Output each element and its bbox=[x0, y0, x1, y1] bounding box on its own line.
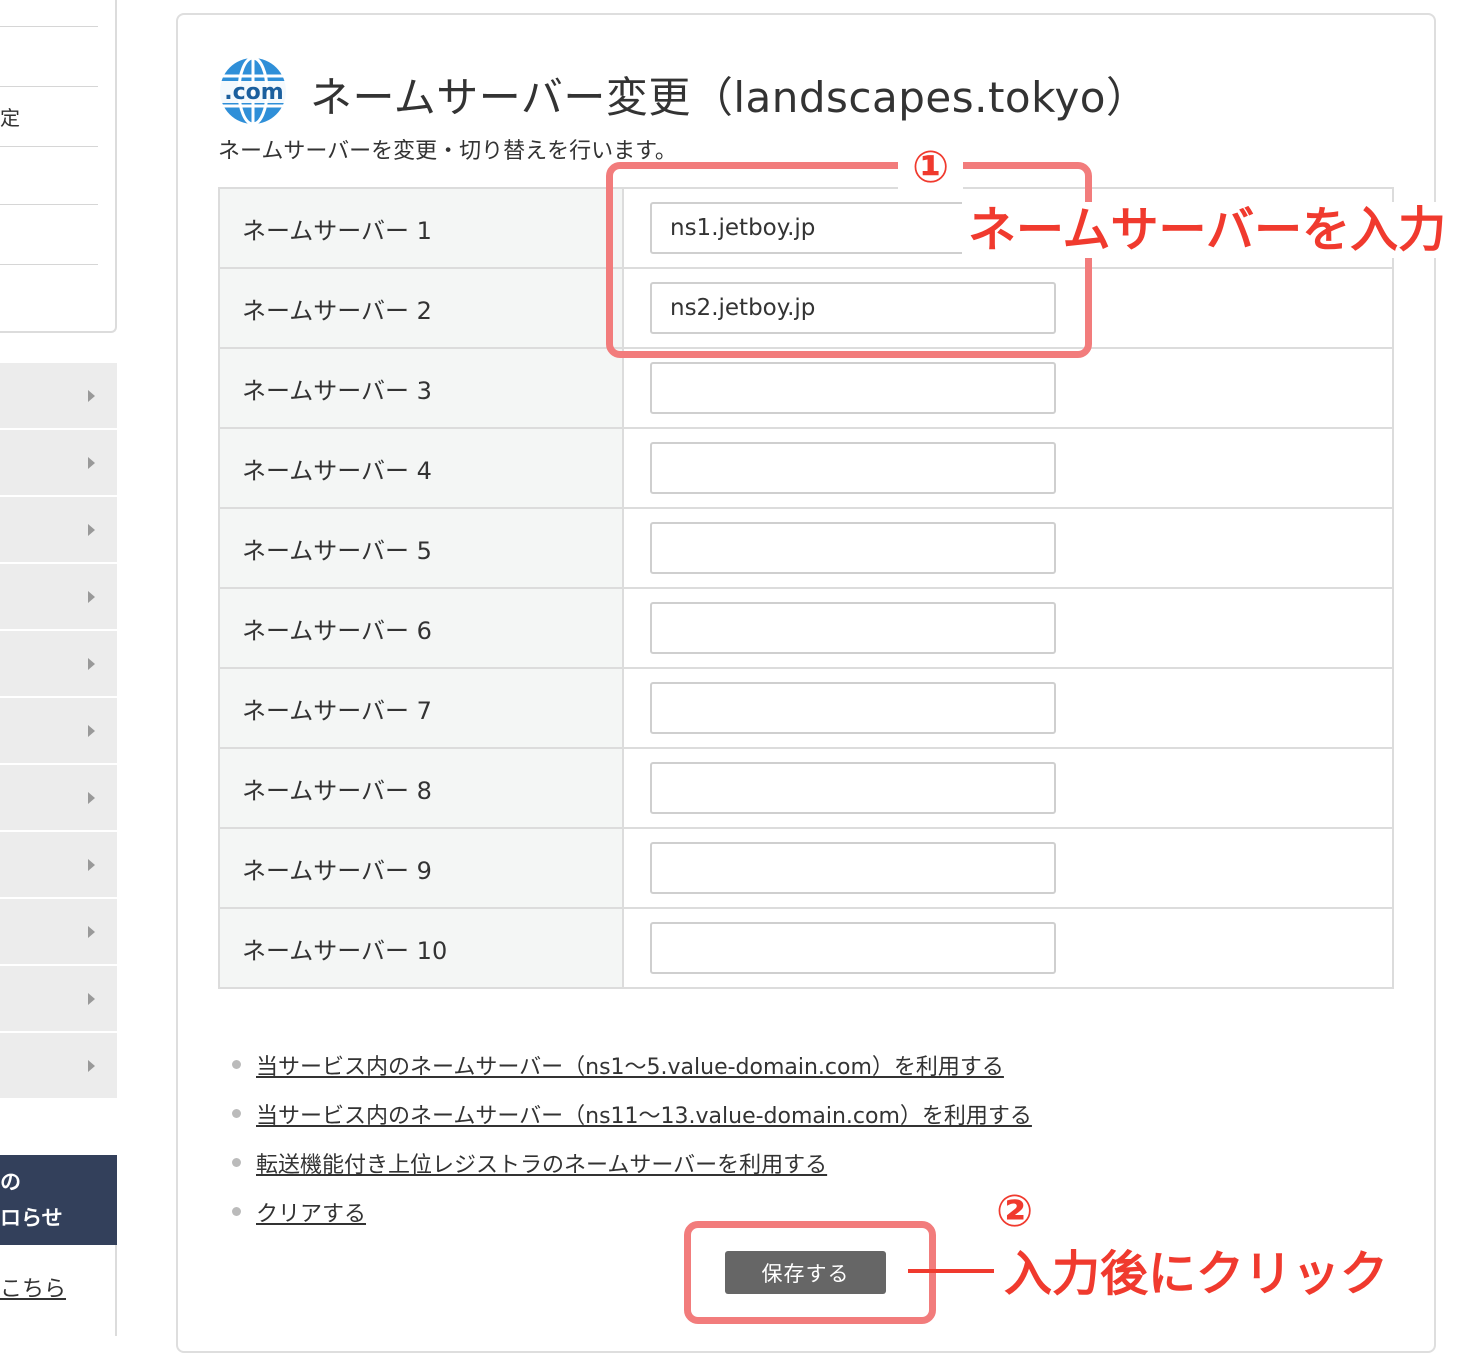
table-row: ネームサーバー 4 bbox=[218, 427, 1394, 509]
save-button[interactable]: 保存する bbox=[725, 1251, 886, 1294]
table-row: ネームサーバー 3 bbox=[218, 347, 1394, 429]
sidebar-settings-panel: 定 bbox=[0, 0, 117, 333]
nameserver-form-table: ネームサーバー 1 ネームサーバー 2 ネームサーバー 3 ネームサーバー 4 … bbox=[218, 187, 1394, 989]
nameserver-6-input[interactable] bbox=[650, 602, 1056, 654]
dotcom-globe-icon: .com bbox=[220, 56, 288, 126]
use-registrar-ns-link[interactable]: 転送機能付き上位レジストラのネームサーバーを利用する bbox=[256, 1147, 827, 1179]
nameserver-7-input[interactable] bbox=[650, 682, 1056, 734]
nameserver-label: ネームサーバー 8 bbox=[218, 747, 624, 829]
bullet-icon bbox=[232, 1207, 241, 1216]
nameserver-2-input[interactable] bbox=[650, 282, 1056, 334]
callout-connector-line bbox=[908, 1269, 994, 1273]
nameserver-label: ネームサーバー 10 bbox=[218, 907, 624, 989]
nameserver-label: ネームサーバー 5 bbox=[218, 507, 624, 589]
nameserver-10-input[interactable] bbox=[650, 922, 1056, 974]
sidebar-menu-item[interactable] bbox=[0, 1033, 117, 1100]
chevron-right-icon bbox=[88, 658, 95, 670]
nameserver-label: ネームサーバー 1 bbox=[218, 187, 624, 269]
chevron-right-icon bbox=[88, 457, 95, 469]
nameserver-label: ネームサーバー 4 bbox=[218, 427, 624, 509]
chevron-right-icon bbox=[88, 524, 95, 536]
icon-text: .com bbox=[224, 80, 283, 105]
table-row: ネームサーバー 5 bbox=[218, 507, 1394, 589]
sidebar-menu-item[interactable] bbox=[0, 899, 117, 966]
clear-link[interactable]: クリアする bbox=[256, 1196, 366, 1228]
nameserver-4-input[interactable] bbox=[650, 442, 1056, 494]
nameserver-label: ネームサーバー 7 bbox=[218, 667, 624, 749]
bullet-icon bbox=[232, 1060, 241, 1069]
chevron-right-icon bbox=[88, 390, 95, 402]
table-row: ネームサーバー 10 bbox=[218, 907, 1394, 989]
page-description: ネームサーバーを変更・切り替えを行います。 bbox=[218, 139, 677, 164]
sidebar-link[interactable]: こちら bbox=[0, 1271, 66, 1303]
use-ns1-5-link[interactable]: 当サービス内のネームサーバー（ns1〜5.value-domain.com）を利… bbox=[256, 1049, 1004, 1081]
sidebar-divider bbox=[0, 86, 98, 87]
sidebar-menu bbox=[0, 363, 117, 1100]
nameserver-9-input[interactable] bbox=[650, 842, 1056, 894]
table-row: ネームサーバー 8 bbox=[218, 747, 1394, 829]
nameserver-5-input[interactable] bbox=[650, 522, 1056, 574]
nameserver-label: ネームサーバー 3 bbox=[218, 347, 624, 429]
step1-number: ① bbox=[898, 142, 964, 194]
sidebar-divider bbox=[0, 204, 98, 205]
chevron-right-icon bbox=[88, 859, 95, 871]
step2-number: ② bbox=[996, 1186, 1034, 1237]
sidebar-divider bbox=[0, 26, 98, 27]
chevron-right-icon bbox=[88, 792, 95, 804]
chevron-right-icon bbox=[88, 725, 95, 737]
table-row: ネームサーバー 2 bbox=[218, 267, 1394, 349]
table-row: ネームサーバー 9 bbox=[218, 827, 1394, 909]
bullet-icon bbox=[232, 1109, 241, 1118]
sidebar-bottom-panel: こちら bbox=[0, 1245, 117, 1336]
sidebar-menu-item[interactable] bbox=[0, 698, 117, 765]
sidebar-menu-item[interactable] bbox=[0, 832, 117, 899]
sidebar-divider bbox=[0, 146, 98, 147]
chevron-right-icon bbox=[88, 993, 95, 1005]
notice-line: ロらせ bbox=[0, 1206, 63, 1230]
nameserver-label: ネームサーバー 2 bbox=[218, 267, 624, 349]
sidebar-menu-item[interactable] bbox=[0, 363, 117, 430]
chevron-right-icon bbox=[88, 591, 95, 603]
sidebar-menu-item[interactable] bbox=[0, 765, 117, 832]
sidebar-notice-banner[interactable]: の ロらせ bbox=[0, 1155, 117, 1245]
chevron-right-icon bbox=[88, 926, 95, 938]
nameserver-label: ネームサーバー 9 bbox=[218, 827, 624, 909]
nameserver-3-input[interactable] bbox=[650, 362, 1056, 414]
table-row: ネームサーバー 6 bbox=[218, 587, 1394, 669]
bullet-icon bbox=[232, 1158, 241, 1167]
chevron-right-icon bbox=[88, 1060, 95, 1072]
page-title: ネームサーバー変更（landscapes.tokyo） bbox=[310, 73, 1149, 122]
step1-callout: ネームサーバーを入力 bbox=[962, 202, 1453, 258]
nameserver-8-input[interactable] bbox=[650, 762, 1056, 814]
notice-line: の bbox=[0, 1170, 21, 1194]
step2-callout: 入力後にクリック bbox=[1004, 1246, 1389, 1302]
sidebar-menu-item[interactable] bbox=[0, 631, 117, 698]
sidebar-menu-item[interactable] bbox=[0, 497, 117, 564]
sidebar-menu-item[interactable] bbox=[0, 430, 117, 497]
sidebar-item-label[interactable]: 定 bbox=[0, 102, 20, 131]
table-row: ネームサーバー 7 bbox=[218, 667, 1394, 749]
sidebar-divider bbox=[0, 264, 98, 265]
nameserver-label: ネームサーバー 6 bbox=[218, 587, 624, 669]
use-ns11-13-link[interactable]: 当サービス内のネームサーバー（ns11〜13.value-domain.com）… bbox=[256, 1098, 1032, 1130]
sidebar-menu-item[interactable] bbox=[0, 564, 117, 631]
sidebar-menu-item[interactable] bbox=[0, 966, 117, 1033]
